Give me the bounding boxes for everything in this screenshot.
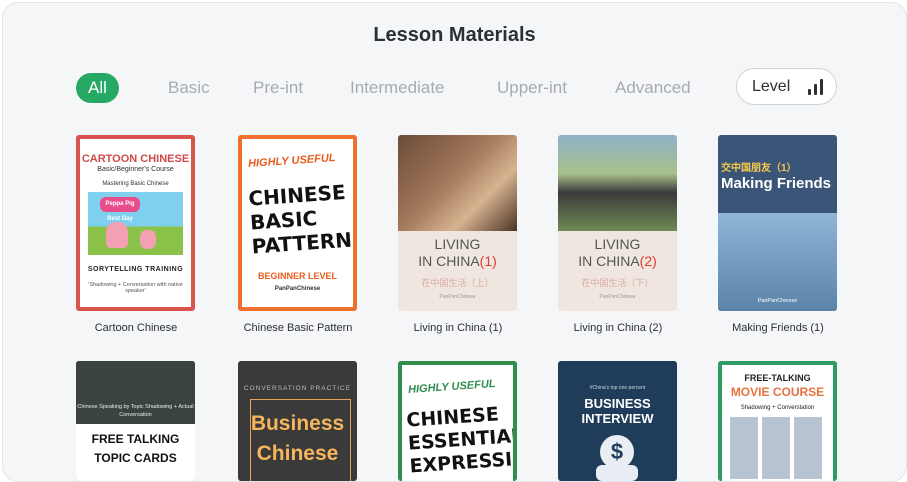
lesson-materials-panel: Lesson Materials All Basic Pre-int Inter… [2, 2, 907, 482]
cover-brand: PanPanChinese [439, 294, 476, 300]
cover-headline: CHINESE ESSENTIAL EXPRESSION [405, 403, 517, 478]
coin-stack-icon [596, 465, 638, 481]
cover-photo [558, 135, 677, 231]
tab-basic[interactable]: Basic [168, 73, 210, 103]
book-cover-living-in-china-1[interactable]: LIVING IN CHINA(1) 在中国生活（上） PanPanChines… [398, 135, 517, 311]
cover-headline: CHINESE BASIC PATTERN [247, 179, 353, 259]
tab-pre-int[interactable]: Pre-int [253, 73, 303, 103]
cover-line2: IN CHINA(2) [578, 253, 657, 269]
page-title: Lesson Materials [373, 24, 536, 46]
book-cover-chinese-essential-expression[interactable]: HIGHLY USEFUL CHINESE ESSENTIAL EXPRESSI… [398, 361, 517, 481]
pig-character [140, 230, 156, 249]
cover-photo [718, 213, 837, 311]
cover-eyebrow: HIGHLY USEFUL [247, 151, 336, 171]
cover-subtitle: Basic/Beginner's Course [97, 166, 174, 173]
cover-line1: BUSINESS [584, 396, 651, 411]
cover-line2: IN CHINA(1) [418, 253, 497, 269]
cover-line2: INTERVIEW [581, 411, 654, 426]
cover-chinese: 交中国朋友（1） [721, 163, 797, 174]
cover-subtitle: Chinese Speaking by Topic Shadowing + Ac… [77, 404, 194, 418]
cover-brand: PanPanChinese [274, 286, 321, 292]
cover-eyebrow: #China's top one percent [589, 385, 646, 391]
cover-level: BEGINNER LEVEL [257, 271, 337, 281]
cover-tagline: Mastering Basic Chinese [102, 181, 169, 187]
pig-character [106, 222, 128, 248]
cartoon-illustration: Peppa Pig Best Day Ever [88, 192, 183, 255]
tab-advanced[interactable]: Advanced [615, 73, 691, 103]
signal-bars-icon [806, 79, 824, 95]
cover-eyebrow: CONVERSATION PRACTICE [243, 385, 352, 392]
cover-line2: TOPIC CARDS [94, 451, 177, 465]
level-label: Level [752, 78, 791, 95]
cover-brand: PanPanChinese [599, 294, 636, 300]
cover-logo: Peppa Pig Best Day Ever [100, 197, 140, 237]
cover-photo [398, 135, 517, 231]
book-cover-free-talking-movie-course[interactable]: FREE-TALKING MOVIE COURSE Shadowing + Co… [718, 361, 837, 481]
card-caption: Living in China (1) [413, 322, 503, 334]
cover-chinese: 在中国生活（下） [581, 278, 654, 288]
cover-title: CARTOON CHINESE [81, 153, 190, 165]
cover-line1: LIVING [594, 236, 641, 252]
card-caption: Living in China (2) [573, 322, 663, 334]
book-cover-business-interview[interactable]: #China's top one percent BUSINESS INTERV… [558, 361, 677, 481]
card-caption: Cartoon Chinese [94, 322, 178, 334]
cover-brand: PanPanChinese [757, 298, 798, 304]
cover-line1: FREE-TALKING [744, 373, 811, 383]
tab-upper-int[interactable]: Upper-int [497, 73, 567, 103]
book-cover-cartoon-chinese[interactable]: CARTOON CHINESE Basic/Beginner's Course … [76, 135, 195, 311]
cover-title: Making Friends [721, 175, 832, 192]
tab-all[interactable]: All [76, 73, 119, 103]
cover-chinese: 在中国生活（上） [421, 278, 494, 288]
cover-line1: FREE TALKING [91, 432, 180, 446]
cover-photo-grid [730, 417, 825, 479]
cover-line1: LIVING [434, 236, 481, 252]
cover-training: SORYTELLING TRAINING [87, 266, 184, 273]
cover-line2: Chinese [256, 442, 339, 465]
book-cover-business-chinese[interactable]: CONVERSATION PRACTICE Business Chinese [238, 361, 357, 481]
book-cover-chinese-basic-pattern[interactable]: HIGHLY USEFUL CHINESE BASIC PATTERN BEGI… [238, 135, 357, 311]
cover-note: 'Shadowing + Conversation with native sp… [88, 282, 183, 294]
tab-intermediate[interactable]: Intermediate [350, 73, 445, 103]
card-caption: Making Friends (1) [732, 322, 824, 334]
cover-eyebrow: HIGHLY USEFUL [407, 377, 496, 397]
cover-line3: Shadowing + Converstation [740, 405, 815, 411]
book-cover-free-talking-topic-cards[interactable]: Chinese Speaking by Topic Shadowing + Ac… [76, 361, 195, 481]
cover-line1: Business [250, 412, 345, 435]
card-caption: Chinese Basic Pattern [243, 322, 353, 334]
level-filter-button[interactable]: Level [736, 68, 837, 105]
dollar-coin-icon: $ [600, 435, 634, 469]
book-cover-living-in-china-2[interactable]: LIVING IN CHINA(2) 在中国生活（下） PanPanChines… [558, 135, 677, 311]
cover-line2: MOVIE COURSE [730, 385, 825, 399]
book-cover-making-friends-1[interactable]: 交中国朋友（1） Making Friends PanPanChinese [718, 135, 837, 311]
